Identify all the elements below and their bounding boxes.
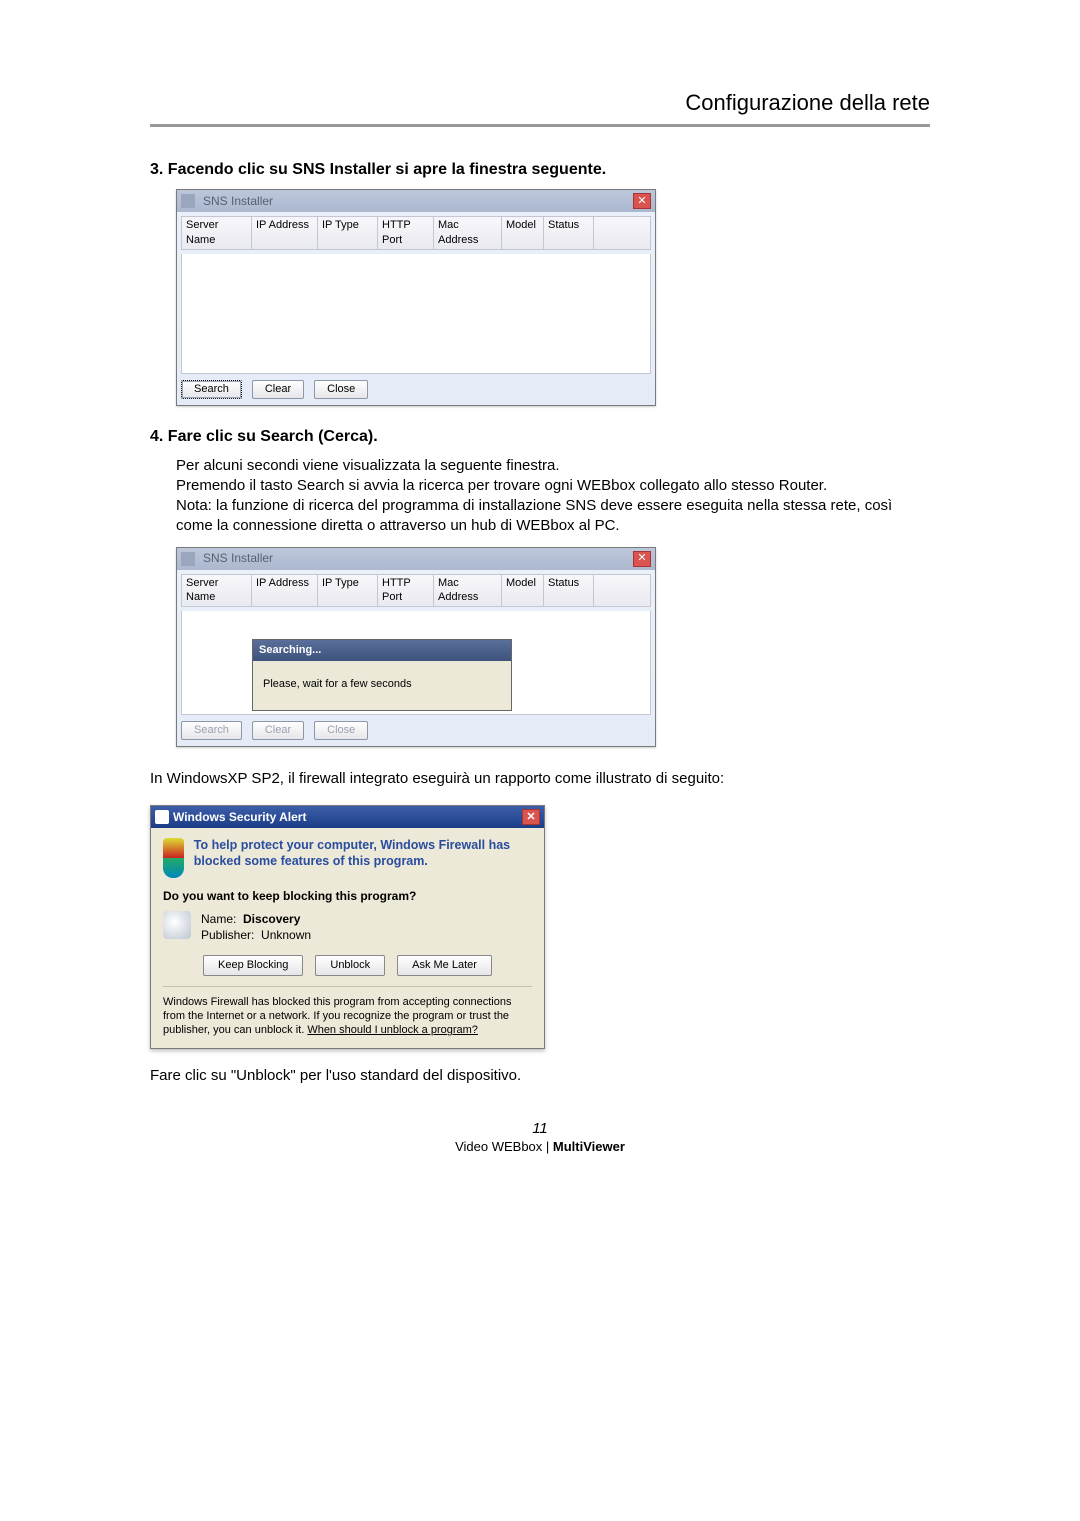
searching-body: Please, wait for a few seconds: [253, 661, 511, 710]
col-http-port[interactable]: HTTP Port: [378, 217, 434, 249]
ask-later-button[interactable]: Ask Me Later: [397, 955, 492, 976]
footer-product-a: Video WEBbox: [455, 1139, 542, 1154]
col-ip-type[interactable]: IP Type: [318, 217, 378, 249]
alert-headline: To help protect your computer, Windows F…: [194, 838, 532, 869]
step4-line3: Nota: la funzione di ricerca del program…: [176, 496, 930, 537]
searching-title: Searching...: [253, 640, 511, 661]
col-model[interactable]: Model: [502, 217, 544, 249]
close-icon[interactable]: ✕: [633, 551, 651, 567]
step4-line2: Premendo il tasto Search si avvia la ric…: [176, 476, 930, 496]
clear-button: Clear: [252, 721, 304, 740]
keep-blocking-button[interactable]: Keep Blocking: [203, 955, 303, 976]
firewall-after: Fare clic su "Unblock" per l'uso standar…: [150, 1067, 930, 1084]
unblock-help-link[interactable]: When should I unblock a program?: [307, 1024, 478, 1036]
sns-installer-window-2: SNS Installer ✕ Server Name IP Address I…: [176, 547, 656, 748]
window-title: SNS Installer: [203, 550, 273, 566]
page-number: 11: [150, 1120, 930, 1137]
close-button[interactable]: Close: [314, 380, 368, 399]
col-mac-address[interactable]: Mac Address: [434, 217, 502, 249]
step4-body: Per alcuni secondi viene visualizzata la…: [150, 456, 930, 748]
server-list: [181, 254, 651, 374]
unblock-button[interactable]: Unblock: [315, 955, 385, 976]
col-status[interactable]: Status: [544, 575, 594, 607]
sns-installer-window-1: SNS Installer ✕ Server Name IP Address I…: [176, 189, 656, 406]
step3-heading: 3. Facendo clic su SNS Installer si apre…: [150, 161, 930, 179]
page-footer: 11 Video WEBbox | MultiViewer: [150, 1120, 930, 1154]
name-value: Discovery: [243, 912, 300, 926]
col-server-name[interactable]: Server Name: [182, 217, 252, 249]
program-icon: [163, 911, 191, 939]
alert-fineprint: Windows Firewall has blocked this progra…: [163, 986, 532, 1038]
column-headers: Server Name IP Address IP Type HTTP Port…: [181, 216, 651, 250]
close-button: Close: [314, 721, 368, 740]
col-status[interactable]: Status: [544, 217, 594, 249]
alert-icon: [155, 810, 169, 824]
searching-dialog: Searching... Please, wait for a few seco…: [252, 639, 512, 711]
server-list: Searching... Please, wait for a few seco…: [181, 611, 651, 715]
publisher-label: Publisher:: [201, 928, 254, 942]
alert-title: Windows Security Alert: [173, 809, 306, 825]
col-ip-type[interactable]: IP Type: [318, 575, 378, 607]
search-button: Search: [181, 721, 242, 740]
col-ip-address[interactable]: IP Address: [252, 575, 318, 607]
close-icon[interactable]: ✕: [633, 193, 651, 209]
close-icon[interactable]: ✕: [522, 809, 540, 825]
search-button[interactable]: Search: [181, 380, 242, 399]
col-ip-address[interactable]: IP Address: [252, 217, 318, 249]
col-model[interactable]: Model: [502, 575, 544, 607]
firewall-intro: In WindowsXP SP2, il firewall integrato …: [150, 769, 930, 789]
page-title: Configurazione della rete: [150, 90, 930, 127]
column-headers: Server Name IP Address IP Type HTTP Port…: [181, 574, 651, 608]
footer-product-b: MultiViewer: [553, 1139, 625, 1154]
col-mac-address[interactable]: Mac Address: [434, 575, 502, 607]
step4-line1: Per alcuni secondi viene visualizzata la…: [176, 456, 930, 476]
name-label: Name:: [201, 912, 236, 926]
app-icon: [181, 552, 195, 566]
publisher-value: Unknown: [261, 928, 311, 942]
clear-button[interactable]: Clear: [252, 380, 304, 399]
col-server-name[interactable]: Server Name: [182, 575, 252, 607]
window-title: SNS Installer: [203, 193, 273, 209]
shield-icon: [163, 838, 184, 878]
security-alert-window: Windows Security Alert ✕ To help protect…: [150, 805, 545, 1048]
app-icon: [181, 194, 195, 208]
alert-question: Do you want to keep blocking this progra…: [163, 888, 532, 904]
col-http-port[interactable]: HTTP Port: [378, 575, 434, 607]
step4-heading: 4. Fare clic su Search (Cerca).: [150, 428, 930, 446]
